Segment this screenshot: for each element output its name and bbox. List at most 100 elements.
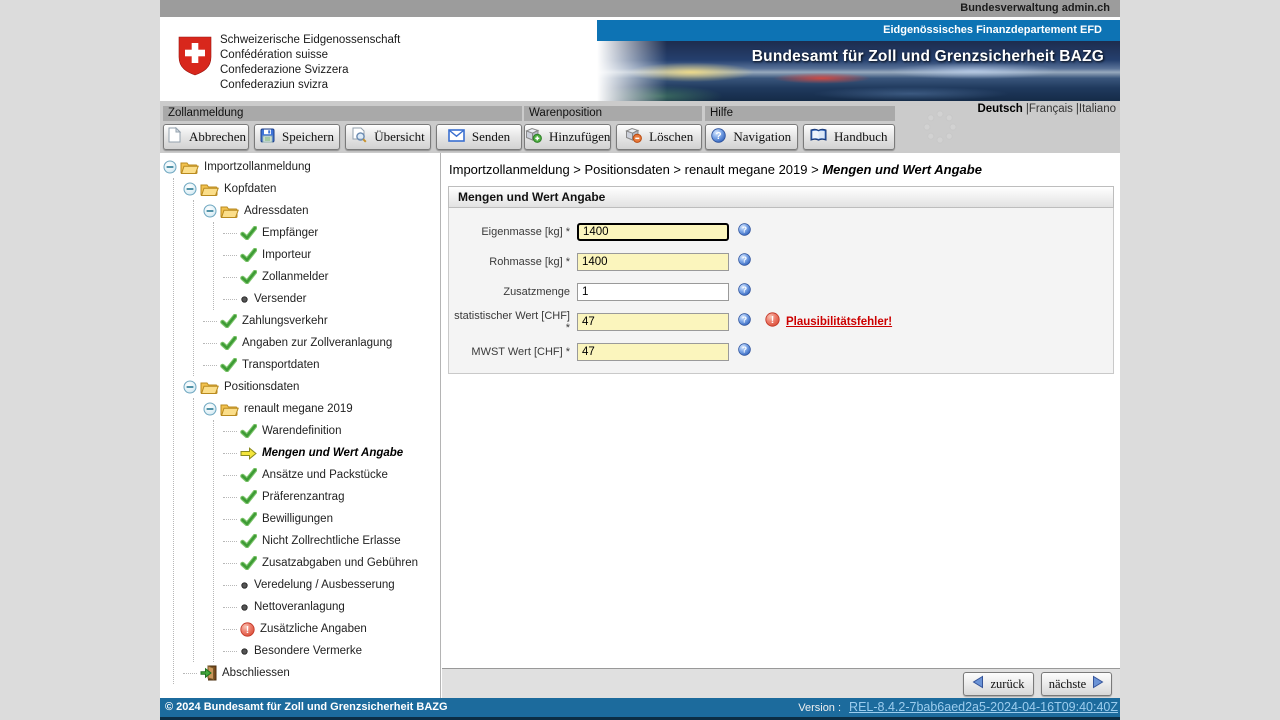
- eigenmasse-input[interactable]: [577, 223, 729, 241]
- tree-item[interactable]: Präferenzantrag: [223, 486, 440, 508]
- form-panel: Mengen und Wert Angabe Eigenmasse [kg] *…: [448, 186, 1114, 374]
- tree-item[interactable]: Abschliessen: [183, 662, 440, 684]
- tree-item[interactable]: Warendefinition: [223, 420, 440, 442]
- delete-position-button[interactable]: Löschen: [616, 124, 702, 150]
- rohmasse-input[interactable]: [577, 253, 729, 271]
- help-icon[interactable]: ?: [738, 283, 751, 301]
- tree-item[interactable]: Positionsdaten: [183, 376, 440, 398]
- tree-item[interactable]: Besondere Vermerke: [223, 640, 440, 662]
- check-icon: [240, 534, 257, 548]
- tree-item[interactable]: Importzollanmeldung: [163, 156, 440, 178]
- tree-item-label: Kopfdaten: [224, 183, 277, 195]
- help-icon[interactable]: ?: [738, 313, 751, 331]
- tree-item-label: Abschliessen: [222, 667, 290, 679]
- tree-item[interactable]: ! Zusätzliche Angaben: [223, 618, 440, 640]
- navigation-tree: Importzollanmeldung Kopfdaten Adressdaten E…: [160, 153, 441, 698]
- logo-line: Confédération suisse: [220, 49, 329, 61]
- handbook-button[interactable]: Handbuch: [802, 124, 895, 150]
- mwst-wert-input[interactable]: [577, 343, 729, 361]
- tree-item-label: Positionsdaten: [224, 381, 300, 393]
- field-label: Eigenmasse [kg] *: [481, 226, 570, 238]
- overview-button[interactable]: Übersicht: [345, 124, 431, 150]
- version-link[interactable]: REL-8.4.2-7bab6aed2a5-2024-04-16T09:40:4…: [849, 700, 1118, 714]
- version-info: Version : REL-8.4.2-7bab6aed2a5-2024-04-1…: [798, 698, 1118, 718]
- breadcrumb: Importzollanmeldung > Positionsdaten > r…: [449, 162, 982, 177]
- help-icon[interactable]: ?: [738, 343, 751, 361]
- check-icon: [220, 314, 237, 328]
- minus-toggle-icon[interactable]: [203, 402, 217, 416]
- check-icon: [240, 424, 257, 438]
- field-error-text[interactable]: Plausibilitätsfehler!: [786, 316, 892, 328]
- tree-item[interactable]: Ansätze und Packstücke: [223, 464, 440, 486]
- tree-node: ! Zusätzliche Angaben: [223, 618, 440, 640]
- minus-toggle-icon[interactable]: [183, 380, 197, 394]
- tree-item[interactable]: Zollanmelder: [223, 266, 440, 288]
- back-button[interactable]: zurück: [963, 672, 1034, 696]
- tree-item[interactable]: Bewilligungen: [223, 508, 440, 530]
- tree-item-label: Ansätze und Packstücke: [262, 469, 388, 481]
- svg-text:?: ?: [742, 285, 747, 295]
- tree-item[interactable]: Veredelung / Ausbesserung: [223, 574, 440, 596]
- tree-node: Kopfdaten Adressdaten Empfänger Importeur Zo…: [183, 178, 440, 376]
- tree-node: Transportdaten: [203, 354, 440, 376]
- tree-item[interactable]: Versender: [223, 288, 440, 310]
- add-position-button[interactable]: Hinzufügen: [524, 124, 612, 150]
- tree-item[interactable]: Kopfdaten: [183, 178, 440, 200]
- toolbar-group: Hilfe? Navigation Handbuch: [705, 106, 895, 150]
- minus-toggle-icon[interactable]: [183, 182, 197, 196]
- toolbar-strip: Zollanmeldung Abbrechen Speichern Übersicht…: [160, 101, 1120, 153]
- tree-item[interactable]: Nettoveranlagung: [223, 596, 440, 618]
- help-icon[interactable]: ?: [738, 223, 751, 241]
- version-label: Version :: [798, 702, 842, 714]
- button-label: Übersicht: [374, 129, 425, 144]
- language-link-it[interactable]: |Italiano: [1076, 103, 1116, 115]
- tree-node: Veredelung / Ausbesserung: [223, 574, 440, 596]
- tree-item-label: Bewilligungen: [262, 513, 333, 525]
- tree-item[interactable]: Zusatzabgaben und Gebühren: [223, 552, 440, 574]
- department-bar: Eidgenössisches Finanzdepartement EFD: [597, 20, 1120, 41]
- field-label: statistischer Wert [CHF] *: [454, 310, 570, 334]
- copyright-text: © 2024 Bundesamt für Zoll und Grenzsiche…: [165, 701, 448, 713]
- tree-node: Ansätze und Packstücke: [223, 464, 440, 486]
- next-button[interactable]: nächste: [1041, 672, 1112, 696]
- tree-item[interactable]: Importeur: [223, 244, 440, 266]
- svg-text:?: ?: [742, 315, 747, 325]
- tree-node: Positionsdaten renault megane 2019 Warende…: [183, 376, 440, 662]
- open-folder-icon: [220, 204, 239, 219]
- tree-item[interactable]: Nicht Zollrechtliche Erlasse: [223, 530, 440, 552]
- tree-item[interactable]: Transportdaten: [203, 354, 440, 376]
- bullet-icon: [240, 647, 249, 656]
- tree-node: Versender: [223, 288, 440, 310]
- form-row: statistischer Wert [CHF] *?! Plausibilitä…: [449, 307, 1113, 337]
- swiss-coat-of-arms-logo: [177, 36, 213, 76]
- exit-icon: [200, 665, 217, 681]
- statistischer-wert-input[interactable]: [577, 313, 729, 331]
- language-link-fr[interactable]: |Français: [1026, 103, 1073, 115]
- send-button[interactable]: Senden: [436, 124, 522, 150]
- tree-item[interactable]: renault megane 2019: [203, 398, 440, 420]
- form-row: Rohmasse [kg] *?: [449, 247, 1113, 277]
- tree-item[interactable]: Adressdaten: [203, 200, 440, 222]
- logo-line: Schweizerische Eidgenossenschaft: [220, 34, 401, 46]
- button-label: Senden: [471, 129, 511, 144]
- cancel-button[interactable]: Abbrechen: [163, 124, 249, 150]
- office-title: Bundesamt für Zoll und Grenzsicherheit B…: [751, 48, 1104, 65]
- tree-item[interactable]: Mengen und Wert Angabe: [223, 442, 440, 464]
- tree-item-label: Zollanmelder: [262, 271, 329, 283]
- toolbar-group: Warenposition Hinzufügen Löschen: [524, 106, 702, 150]
- minus-toggle-icon[interactable]: [203, 204, 217, 218]
- help-icon[interactable]: ?: [738, 253, 751, 271]
- tree-item-label: Nicht Zollrechtliche Erlasse: [262, 535, 401, 547]
- tree-item[interactable]: Empfänger: [223, 222, 440, 244]
- tree-node: Zusatzabgaben und Gebühren: [223, 552, 440, 574]
- tree-item[interactable]: Zahlungsverkehr: [203, 310, 440, 332]
- language-current[interactable]: Deutsch: [977, 103, 1022, 115]
- save-button[interactable]: Speichern: [254, 124, 340, 150]
- check-icon: [240, 490, 257, 504]
- zusatzmenge-input[interactable]: [577, 283, 729, 301]
- tree-item-label: Mengen und Wert Angabe: [262, 447, 404, 459]
- tree-node: Zahlungsverkehr: [203, 310, 440, 332]
- tree-item[interactable]: Angaben zur Zollveranlagung: [203, 332, 440, 354]
- navigation-button[interactable]: ? Navigation: [705, 124, 798, 150]
- minus-toggle-icon[interactable]: [163, 160, 177, 174]
